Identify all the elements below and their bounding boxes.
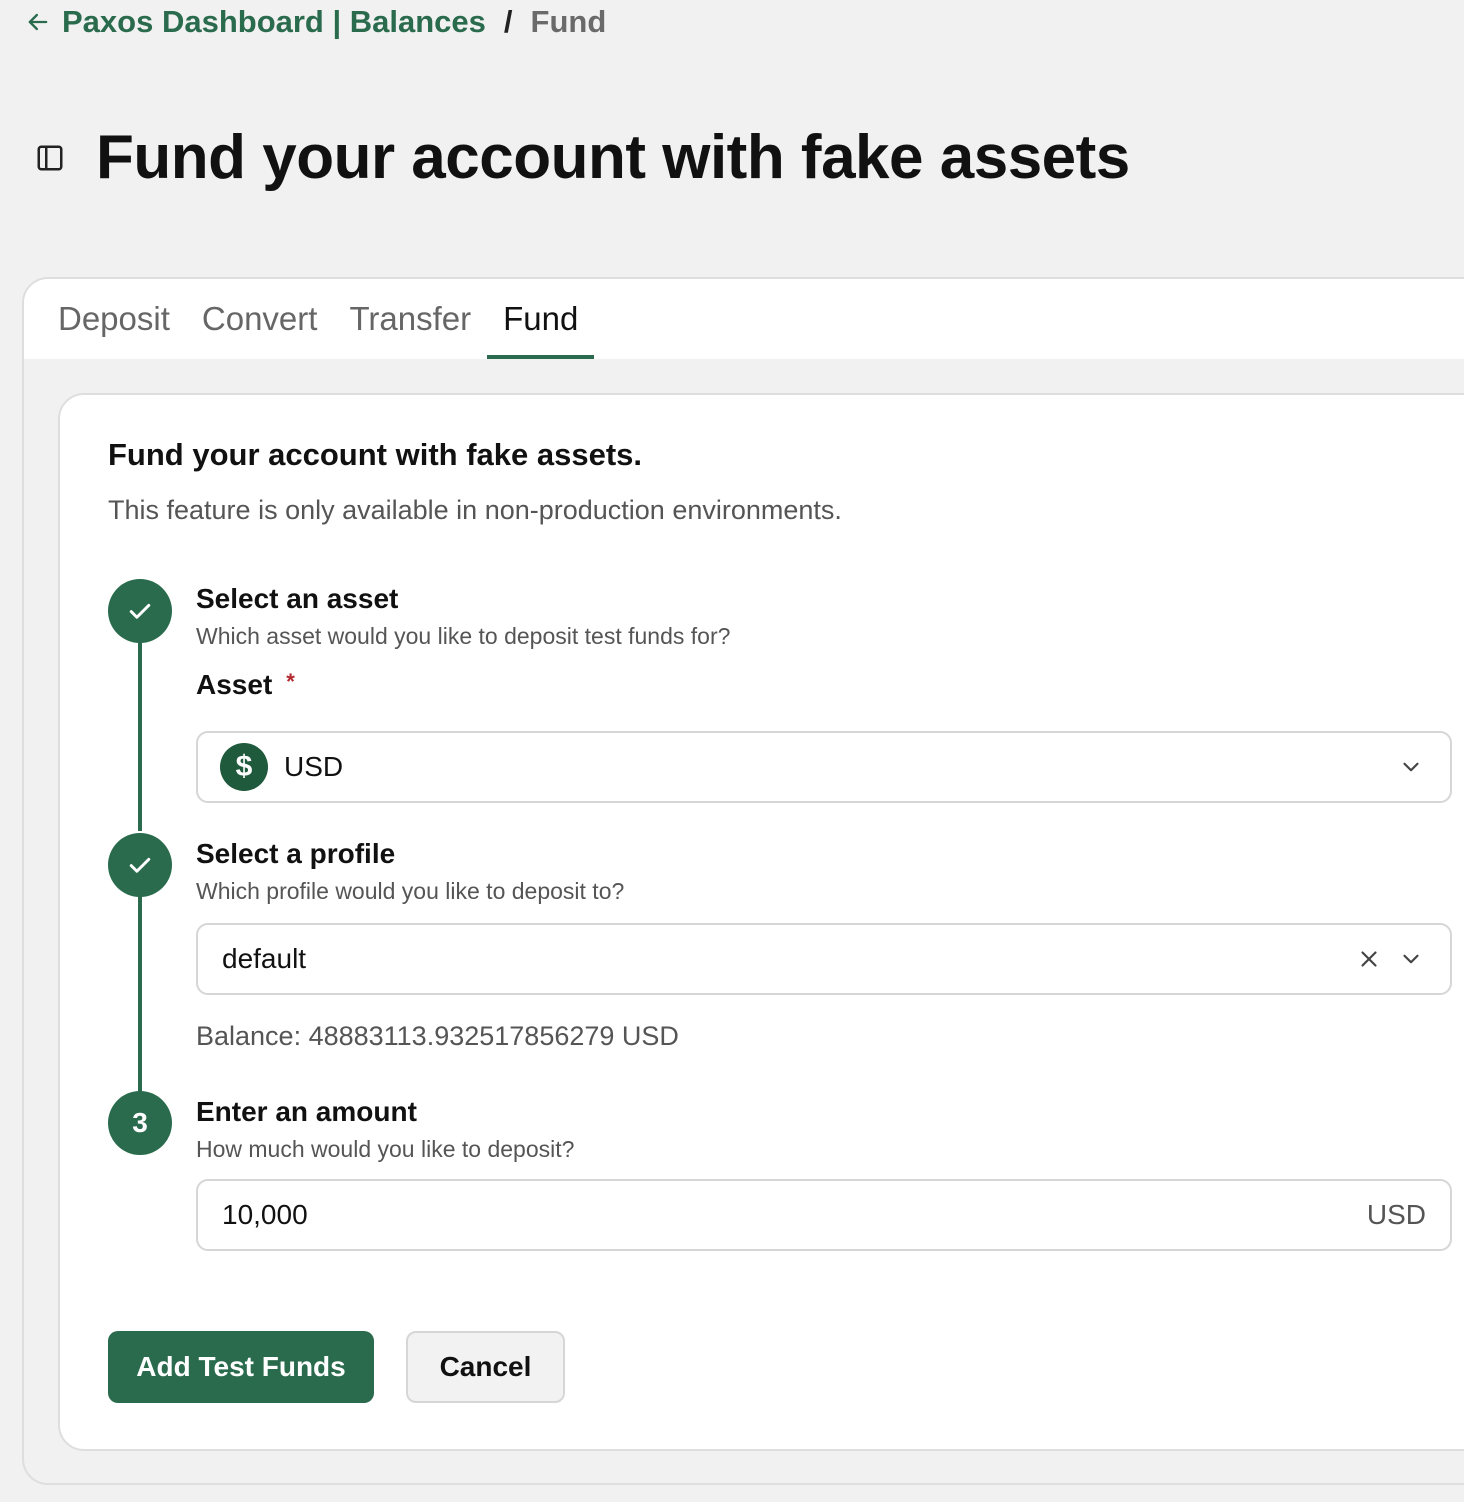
step-2-complete-marker bbox=[108, 833, 172, 897]
step-3-description: How much would you like to deposit? bbox=[196, 1136, 575, 1162]
step-2-title: Select a profile bbox=[196, 838, 396, 869]
tab-deposit[interactable]: Deposit bbox=[42, 279, 186, 359]
chevron-down-icon[interactable] bbox=[1396, 752, 1426, 782]
breadcrumb-current: Fund bbox=[530, 4, 607, 39]
step-3-marker: 3 bbox=[108, 1091, 172, 1155]
step-1-description: Which asset would you like to deposit te… bbox=[196, 623, 731, 649]
page-header: Fund your account with fake assets bbox=[34, 122, 1130, 193]
tab-bar: Deposit Convert Transfer Fund bbox=[24, 279, 1464, 359]
form-title: Fund your account with fake assets. bbox=[108, 437, 643, 472]
check-icon bbox=[129, 857, 151, 873]
tab-transfer[interactable]: Transfer bbox=[333, 279, 487, 359]
asset-select-value: USD bbox=[284, 751, 344, 782]
breadcrumb-parent[interactable]: Paxos Dashboard | Balances bbox=[62, 4, 486, 40]
step-connector-line bbox=[138, 641, 142, 831]
amount-input-value[interactable]: 10,000 bbox=[222, 1199, 1367, 1231]
required-marker: * bbox=[286, 669, 295, 694]
profile-balance: Balance: 48883113.932517856279 USD bbox=[196, 1021, 679, 1051]
asset-select[interactable]: $ USD bbox=[196, 731, 1452, 803]
tab-convert[interactable]: Convert bbox=[186, 279, 334, 359]
asset-label-text: Asset bbox=[196, 669, 273, 700]
step-1-title: Select an asset bbox=[196, 583, 399, 614]
tab-fund[interactable]: Fund bbox=[487, 279, 595, 359]
step-2-description: Which profile would you like to deposit … bbox=[196, 878, 625, 904]
amount-unit: USD bbox=[1366, 1199, 1426, 1230]
form-subtitle: This feature is only available in non-pr… bbox=[108, 495, 842, 525]
step-1-complete-marker bbox=[108, 579, 172, 643]
breadcrumb-separator: / bbox=[503, 4, 513, 39]
add-test-funds-button[interactable]: Add Test Funds bbox=[108, 1331, 374, 1403]
sidebar-toggle-icon bbox=[37, 145, 63, 170]
check-icon bbox=[129, 603, 151, 619]
page-title: Fund your account with fake assets bbox=[96, 123, 1130, 192]
step-3-title: Enter an amount bbox=[196, 1096, 417, 1127]
funding-panel: Deposit Convert Transfer Fund Fund your … bbox=[22, 277, 1464, 1485]
arrow-left-icon bbox=[28, 13, 48, 31]
breadcrumb-back-link[interactable]: Paxos Dashboard | Balances bbox=[24, 4, 486, 40]
cancel-button[interactable]: Cancel bbox=[406, 1331, 565, 1403]
close-icon[interactable] bbox=[1354, 944, 1384, 974]
step-connector-line bbox=[138, 895, 142, 1095]
fund-form-card: Fund your account with fake assets. This… bbox=[58, 393, 1464, 1451]
amount-input[interactable]: 10,000 USD bbox=[196, 1179, 1452, 1251]
chevron-down-icon[interactable] bbox=[1396, 944, 1426, 974]
dollar-icon: $ bbox=[220, 743, 268, 791]
asset-field-label: Asset * bbox=[196, 669, 295, 701]
profile-select[interactable]: default bbox=[196, 923, 1452, 995]
sidebar-toggle-button[interactable] bbox=[34, 142, 66, 174]
breadcrumb: Paxos Dashboard | Balances / Fund bbox=[24, 2, 606, 42]
profile-select-value: default bbox=[222, 943, 307, 974]
